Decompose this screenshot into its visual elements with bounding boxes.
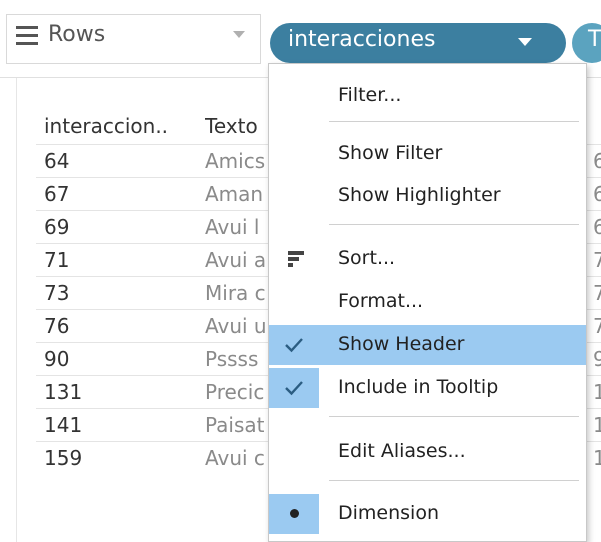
cell-next-column: 7 <box>593 281 601 305</box>
rows-shelf-box[interactable] <box>6 14 261 64</box>
cell-text: Mira c <box>205 281 266 305</box>
menu-item-label: Edit Aliases... <box>338 440 466 462</box>
check-icon <box>283 377 305 399</box>
pill-chevron-down-icon[interactable] <box>518 38 532 46</box>
menu-separator <box>329 480 579 481</box>
cell-id: 76 <box>44 314 70 338</box>
menu-item-show-highlighter[interactable]: Show Highlighter <box>269 176 586 216</box>
view-gutter <box>16 78 17 542</box>
menu-item-label: Dimension <box>338 502 439 524</box>
menu-item-sort[interactable]: Sort... <box>269 239 586 279</box>
chevron-down-icon[interactable] <box>233 31 245 38</box>
column-header-texto[interactable]: Texto <box>205 114 275 138</box>
cell-id: 69 <box>44 215 70 239</box>
cell-id: 90 <box>44 347 70 371</box>
rows-label: Rows <box>48 22 106 47</box>
column-header-interacciones[interactable]: interaccion.. <box>44 114 199 138</box>
cell-id: 73 <box>44 281 70 305</box>
cell-text: Amics <box>205 149 266 173</box>
menu-item-label: Format... <box>338 290 424 312</box>
menu-item-label: Show Header <box>338 333 465 355</box>
cell-id: 159 <box>44 446 83 470</box>
next-pill-label[interactable]: T <box>588 27 601 52</box>
cell-next-column: 1 <box>593 380 601 404</box>
menu-item-label: Show Filter <box>338 142 443 164</box>
menu-item-label: Include in Tooltip <box>338 376 499 398</box>
pill-label[interactable]: interacciones <box>288 27 435 52</box>
bullet-icon <box>290 509 299 518</box>
rows-icon <box>16 26 38 46</box>
cell-id: 64 <box>44 149 70 173</box>
cell-text: Avui l <box>205 215 260 239</box>
cell-text: Precic <box>205 380 265 404</box>
menu-item-dimension[interactable]: Dimension <box>269 494 586 534</box>
cell-next-column: 6 <box>593 215 601 239</box>
menu-item-show-filter[interactable]: Show Filter <box>269 134 586 174</box>
menu-item-format[interactable]: Format... <box>269 282 586 322</box>
menu-item-show-header[interactable]: Show Header <box>269 325 586 365</box>
menu-item-filter[interactable]: Filter... <box>269 76 586 116</box>
menu-item-include-in-tooltip[interactable]: Include in Tooltip <box>269 368 586 408</box>
cell-next-column: 1 <box>593 413 601 437</box>
cell-text: Pssss <box>205 347 259 371</box>
menu-separator <box>329 416 579 417</box>
cell-next-column: 6 <box>593 182 601 206</box>
cell-text: Paisat <box>205 413 265 437</box>
cell-id: 71 <box>44 248 70 272</box>
cell-text: Aman <box>205 182 264 206</box>
cell-next-column: 1 <box>593 446 601 470</box>
menu-item-label: Sort... <box>338 247 396 269</box>
menu-item-label: Filter... <box>338 84 402 106</box>
sort-icon <box>288 251 304 267</box>
cell-id: 67 <box>44 182 70 206</box>
cell-next-column: 7 <box>593 248 601 272</box>
cell-next-column: 7 <box>593 314 601 338</box>
menu-separator <box>329 121 579 122</box>
menu-item-label: Show Highlighter <box>338 184 501 206</box>
cell-text: Avui a <box>205 248 267 272</box>
check-icon <box>283 334 305 356</box>
cell-text: Avui u <box>205 314 267 338</box>
menu-item-edit-aliases[interactable]: Edit Aliases... <box>269 432 586 472</box>
cell-next-column: 9 <box>593 347 601 371</box>
pill-context-menu: Filter... Show Filter Show Highlighter S… <box>268 63 587 542</box>
menu-separator <box>329 224 579 225</box>
cell-id: 131 <box>44 380 83 404</box>
cell-id: 141 <box>44 413 83 437</box>
cell-text: Avui c <box>205 446 265 470</box>
cell-next-column: 6 <box>593 149 601 173</box>
